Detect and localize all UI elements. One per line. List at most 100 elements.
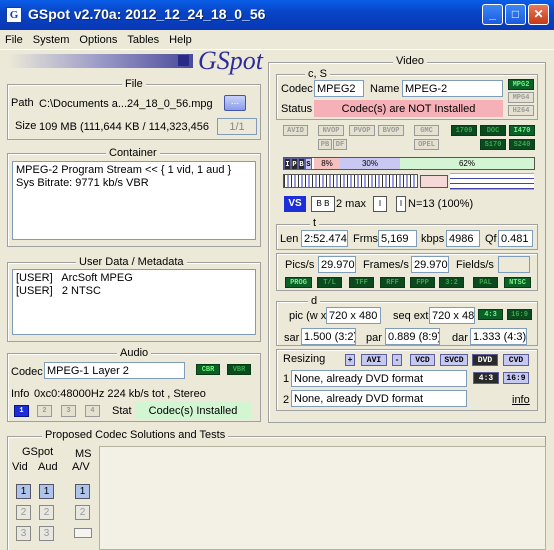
ms-solution-1-button[interactable]: 1: [75, 484, 90, 499]
aud-solution-1-button[interactable]: 1: [39, 484, 54, 499]
frames-label: Frames/s: [363, 259, 409, 271]
kbps-field[interactable]: 4986: [446, 230, 480, 247]
audio-stream-1-button[interactable]: 1: [14, 405, 29, 417]
aud-solution-3-button[interactable]: 3: [39, 526, 54, 541]
vid-solution-2-button[interactable]: 2: [16, 505, 31, 520]
sar-label: sar: [284, 332, 300, 344]
userdata-group-title: User Data / Metadata: [76, 256, 187, 268]
proposed-gspot-label: GSpot: [22, 446, 54, 458]
dims-label: d: [308, 295, 321, 307]
resize-row1-43-button[interactable]: 4:3: [473, 372, 499, 384]
proposed-solutions-panel[interactable]: [99, 446, 546, 550]
dar-label: dar: [452, 332, 468, 344]
window-title: GSpot v2.70a: 2012_12_24_18_0_56: [28, 6, 266, 22]
tag-pvop: PVOP: [349, 125, 375, 136]
tag-opel: OPEL: [414, 139, 439, 150]
seqext-field[interactable]: 720 x 480: [429, 307, 475, 324]
minimize-button[interactable]: _: [482, 4, 503, 25]
vs-icon: VS: [284, 196, 306, 212]
len-field[interactable]: 2:52.474: [301, 230, 348, 247]
audio-stream-3-button[interactable]: 3: [61, 405, 76, 417]
proposed-aud-label: Aud: [38, 461, 58, 473]
qf-label: Qf: [485, 233, 497, 245]
menu-bar: File System Options Tables Help: [0, 30, 554, 50]
audio-stat-label: Stat: [112, 405, 132, 417]
par-field[interactable]: 0.889 (8:9): [385, 328, 440, 345]
vbr-indicator: VBR: [227, 364, 251, 375]
ms-solution-2-button[interactable]: 2: [75, 505, 90, 520]
pic-field[interactable]: 720 x 480: [326, 307, 381, 324]
file-group-title: File: [122, 78, 146, 90]
menu-file[interactable]: File: [0, 30, 28, 50]
b-max-text: 2 max: [336, 198, 366, 210]
vid-solution-1-button[interactable]: 1: [16, 484, 31, 499]
logo-gradient-bar: [8, 54, 193, 68]
audio-info-field[interactable]: 0xc0:48000Hz 224 kb/s tot , Stereo: [31, 385, 257, 402]
audio-stream-2-button[interactable]: 2: [37, 405, 52, 417]
sar-field[interactable]: 1.500 (3:2): [301, 328, 356, 345]
pics-field[interactable]: 29.970: [318, 256, 356, 273]
resize-minus-button[interactable]: -: [392, 354, 402, 366]
frms-label: Frms: [353, 233, 379, 245]
menu-tables[interactable]: Tables: [122, 30, 164, 50]
audio-codec-field[interactable]: MPEG-1 Layer 2: [44, 362, 185, 379]
vid-solution-3-button[interactable]: 3: [16, 526, 31, 541]
time-label: t: [310, 217, 320, 229]
dar-field[interactable]: 1.333 (4:3): [470, 328, 527, 345]
audio-stream-4-button[interactable]: 4: [85, 405, 100, 417]
frame-type-s: S: [305, 158, 312, 170]
gspot-logo: GSpot: [198, 46, 263, 75]
app-icon[interactable]: G: [6, 7, 22, 23]
tag-doc: DOC: [480, 125, 506, 136]
path-field[interactable]: C:\Documents a...24_18_0_56.mpg: [36, 95, 219, 112]
frame-type-p: P: [291, 158, 298, 170]
browse-button[interactable]: ...: [224, 95, 246, 111]
menu-help[interactable]: Help: [164, 30, 197, 50]
flag-ntsc: NTSC: [504, 277, 531, 288]
qf-field[interactable]: 0.481: [498, 230, 533, 247]
ms-solution-slot[interactable]: [74, 528, 92, 538]
tag-gmc: GMC: [414, 125, 439, 136]
resize-avi-button[interactable]: AVI: [361, 354, 387, 366]
path-label: Path: [11, 97, 34, 109]
frame-type-i: I: [284, 158, 291, 170]
gop-lines: [450, 173, 534, 190]
resize-vcd-button[interactable]: VCD: [410, 354, 435, 366]
n-info-text: N=13 (100%): [408, 198, 474, 210]
audio-info-label: Info: [11, 388, 30, 400]
resize-row1-field[interactable]: None, already DVD format: [291, 370, 467, 387]
i-frame-icon-2: I: [396, 196, 406, 212]
aud-solution-2-button[interactable]: 2: [39, 505, 54, 520]
fields-field[interactable]: [498, 256, 530, 273]
title-bar[interactable]: G GSpot v2.70a: 2012_12_24_18_0_56 _ □ ✕: [0, 0, 554, 30]
video-name-field[interactable]: MPEG-2: [402, 80, 503, 97]
proposed-group-title: Proposed Codec Solutions and Tests: [42, 429, 229, 441]
seq-tag-43: 4:3: [478, 309, 503, 320]
userdata-info[interactable]: [USER] ArcSoft MPEG [USER] 2 NTSC: [12, 269, 256, 335]
resize-row2-field[interactable]: None, already DVD format: [291, 390, 467, 407]
video-codec-field[interactable]: MPEG2: [314, 80, 364, 97]
menu-options[interactable]: Options: [74, 30, 122, 50]
resize-plus-button[interactable]: +: [345, 354, 355, 366]
frame-type-b: B: [298, 158, 305, 170]
resize-dvd-button[interactable]: DVD: [472, 354, 498, 366]
tag-1709: 1709: [451, 125, 477, 136]
container-info[interactable]: MPEG-2 Program Stream << { 1 vid, 1 aud …: [12, 161, 256, 240]
maximize-button[interactable]: □: [505, 4, 526, 25]
resize-svcd-button[interactable]: SVCD: [440, 354, 468, 366]
info-link[interactable]: info: [512, 394, 530, 406]
resize-cvd-button[interactable]: CVD: [503, 354, 529, 366]
frms-field[interactable]: 5,169: [378, 230, 417, 247]
frames-field[interactable]: 29.970: [411, 256, 449, 273]
logo-square: [178, 55, 189, 66]
seq-tag-169: 16:9: [507, 309, 532, 320]
resize-row1-169-button[interactable]: 16:9: [503, 372, 529, 384]
fields-label: Fields/s: [456, 259, 494, 271]
tag-nvop: NVOP: [318, 125, 344, 136]
resize-row1-num: 1: [283, 373, 290, 385]
audio-codec-label: Codec: [11, 366, 43, 378]
close-button[interactable]: ✕: [528, 4, 549, 25]
menu-system[interactable]: System: [28, 30, 75, 50]
gop-pattern-bar: [283, 174, 418, 188]
pct-b-bar: 62%: [400, 158, 534, 169]
